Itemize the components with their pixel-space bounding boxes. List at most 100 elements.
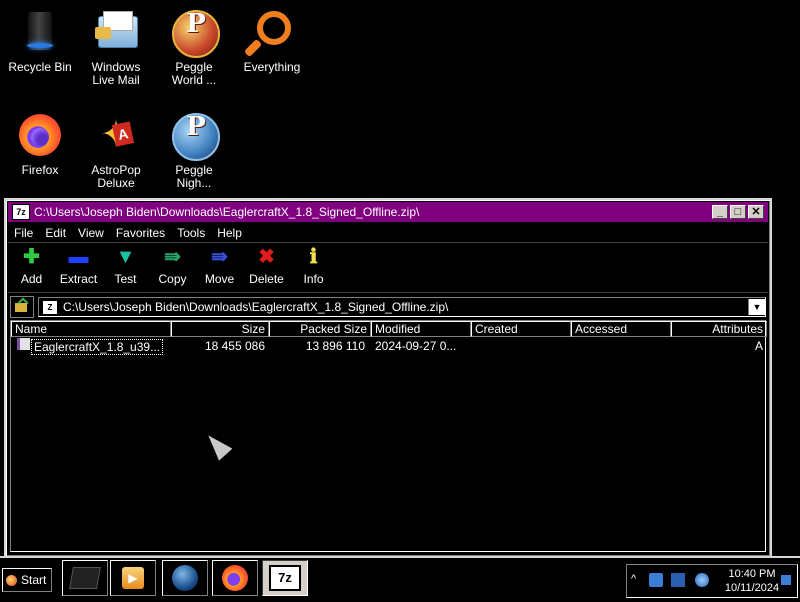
move-button[interactable]: ⇛ Move: [196, 246, 243, 292]
toolbar: ✚ Add ▬ Extract ▼ Test ⇛ Copy ⇛ Move ✖ D…: [8, 244, 768, 293]
system-tray: ^ 10:40 PM 10/11/2024: [626, 564, 798, 598]
column-modified[interactable]: Modified: [371, 321, 471, 337]
desktop-icon-astropop[interactable]: ✦A AstroPop Deluxe: [78, 111, 154, 190]
7zip-app-icon[interactable]: 7z: [12, 204, 30, 220]
menu-edit[interactable]: Edit: [39, 226, 72, 240]
add-icon: ✚: [23, 246, 40, 268]
menu-tools[interactable]: Tools: [171, 226, 211, 240]
desktop-icon-label: Everything: [243, 60, 301, 74]
astropop-icon: ✦A: [92, 111, 140, 159]
volume-icon[interactable]: [695, 573, 709, 587]
magnifier-icon: [248, 8, 296, 56]
info-icon: ℹ: [309, 246, 318, 268]
delete-label: Delete: [249, 272, 284, 286]
file-icon: [17, 338, 30, 350]
info-button[interactable]: ℹ Info: [290, 246, 337, 292]
move-label: Move: [204, 272, 235, 286]
monitor-icon[interactable]: [671, 573, 685, 587]
firefox-icon: [16, 111, 64, 159]
zip-archive-icon: Z: [43, 300, 57, 314]
address-path[interactable]: C:\Users\Joseph Biden\Downloads\Eaglercr…: [63, 300, 748, 314]
taskbar-button-firefox[interactable]: [212, 560, 258, 596]
column-created[interactable]: Created: [471, 321, 571, 337]
peggle-icon: P: [170, 8, 220, 58]
column-packed-size[interactable]: Packed Size: [269, 321, 371, 337]
recycle-bin-icon: [16, 8, 64, 56]
file-packed-size: 13 896 110: [305, 339, 365, 353]
clock[interactable]: 10:40 PM 10/11/2024: [719, 567, 785, 595]
minimize-button[interactable]: _: [712, 205, 728, 219]
copy-button[interactable]: ⇛ Copy: [149, 246, 196, 292]
start-orb-icon: [6, 574, 17, 586]
mail-icon: [92, 8, 140, 56]
extract-label: Extract: [59, 272, 98, 286]
clock-date: 10/11/2024: [724, 582, 780, 594]
start-button[interactable]: Start: [2, 568, 52, 592]
taskbar: Start ▶ 7z ^ 10:40 PM 10/11/2024: [0, 556, 800, 602]
network-icon[interactable]: [649, 573, 663, 587]
column-accessed[interactable]: Accessed: [571, 321, 671, 337]
firefox-icon: [222, 565, 248, 591]
close-button[interactable]: ✕: [748, 205, 764, 219]
test-label: Test: [114, 272, 137, 286]
column-size[interactable]: Size: [171, 321, 269, 337]
table-row[interactable]: EaglercraftX_1.8_u39... 18 455 086 13 89…: [11, 338, 765, 355]
chevron-down-icon[interactable]: ▼: [748, 299, 765, 315]
add-button[interactable]: ✚ Add: [8, 246, 55, 292]
test-button[interactable]: ▼ Test: [102, 246, 149, 292]
desktop-icon-recycle-bin[interactable]: Recycle Bin: [2, 8, 78, 74]
desktop-icon-label: Windows Live Mail: [91, 60, 141, 87]
desktop-icon-peggle-nights[interactable]: P Peggle Nigh...: [156, 111, 232, 190]
taskbar-button-7zip[interactable]: 7z: [262, 560, 308, 596]
address-combobox[interactable]: Z C:\Users\Joseph Biden\Downloads\Eagler…: [38, 297, 766, 317]
file-attributes: A: [754, 339, 763, 353]
taskbar-button-media-player[interactable]: ▶: [110, 560, 156, 596]
column-attributes[interactable]: Attributes: [671, 321, 767, 337]
up-folder-button[interactable]: [10, 296, 34, 318]
move-icon: ⇛: [211, 246, 228, 268]
desktop-icon-label: AstroPop Deluxe: [91, 163, 141, 190]
7zip-window[interactable]: 7z C:\Users\Joseph Biden\Downloads\Eagle…: [4, 198, 772, 558]
extract-icon: ▬: [68, 246, 89, 268]
address-bar: Z C:\Users\Joseph Biden\Downloads\Eagler…: [10, 296, 766, 318]
title-bar[interactable]: 7z C:\Users\Joseph Biden\Downloads\Eagle…: [8, 202, 768, 222]
task-view-icon: [69, 567, 101, 589]
add-label: Add: [20, 272, 43, 286]
desktop-icon-label: Peggle World ...: [171, 60, 217, 87]
clock-time: 10:40 PM: [728, 568, 776, 580]
test-icon: ▼: [115, 246, 136, 268]
desktop-icon-windows-live-mail[interactable]: Windows Live Mail: [78, 8, 154, 87]
menu-bar: File Edit View Favorites Tools Help: [8, 223, 768, 243]
delete-button[interactable]: ✖ Delete: [243, 246, 290, 292]
copy-icon: ⇛: [164, 246, 181, 268]
menu-file[interactable]: File: [8, 226, 39, 240]
taskbar-button-task-view[interactable]: [62, 560, 108, 596]
desktop-icon-label: Recycle Bin: [8, 60, 72, 74]
desktop-icon-everything[interactable]: Everything: [234, 8, 310, 74]
7zip-icon: 7z: [269, 565, 301, 591]
maximize-button[interactable]: □: [730, 205, 746, 219]
desktop-icon-peggle-world[interactable]: P Peggle World ...: [156, 8, 232, 87]
globe-icon: [172, 565, 198, 591]
taskbar-button-globe[interactable]: [162, 560, 208, 596]
notification-icon[interactable]: [781, 575, 791, 585]
peggle-nights-icon: P: [170, 111, 220, 161]
menu-favorites[interactable]: Favorites: [110, 226, 171, 240]
file-list[interactable]: Name Size Packed Size Modified Created A…: [10, 320, 767, 552]
column-header: Name Size Packed Size Modified Created A…: [11, 321, 767, 337]
column-name[interactable]: Name: [11, 321, 171, 337]
window-title: C:\Users\Joseph Biden\Downloads\Eaglercr…: [34, 205, 420, 219]
copy-label: Copy: [158, 272, 187, 286]
file-size: 18 455 086: [204, 339, 265, 353]
media-player-icon: ▶: [122, 567, 144, 589]
start-label: Start: [21, 573, 47, 587]
show-hidden-icons-button[interactable]: ^: [631, 573, 636, 585]
info-label: Info: [303, 272, 324, 286]
menu-view[interactable]: View: [72, 226, 110, 240]
extract-button[interactable]: ▬ Extract: [55, 246, 102, 292]
desktop-icon-label: Firefox: [21, 163, 59, 177]
desktop-icon-firefox[interactable]: Firefox: [2, 111, 78, 177]
menu-help[interactable]: Help: [211, 226, 248, 240]
delete-icon: ✖: [258, 246, 275, 268]
file-name[interactable]: EaglercraftX_1.8_u39...: [31, 339, 164, 355]
